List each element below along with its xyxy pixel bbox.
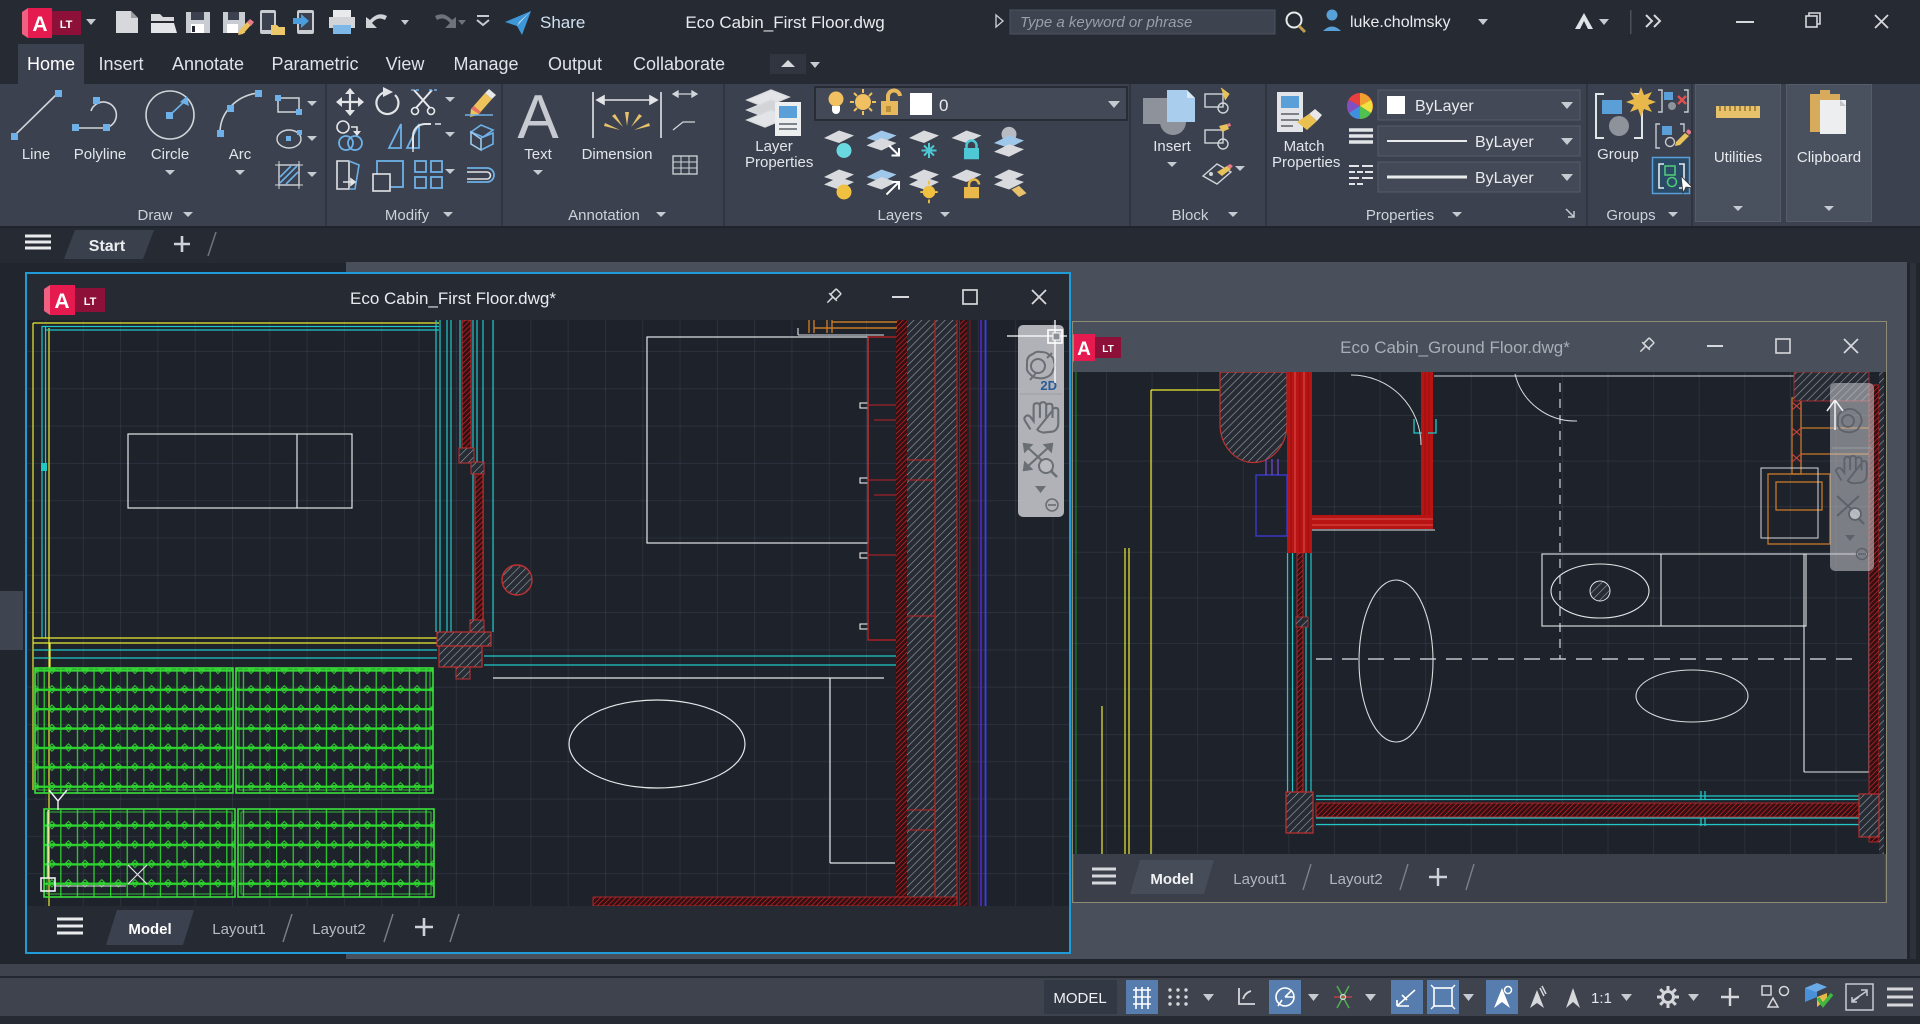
svg-text:luke.cholmsky: luke.cholmsky: [1350, 14, 1450, 31]
svg-text:Share: Share: [540, 13, 585, 32]
svg-text:MODEL: MODEL: [1053, 990, 1106, 1007]
svg-text:Eco Cabin_First Floor.dwg: Eco Cabin_First Floor.dwg: [685, 13, 884, 32]
svg-text:Model: Model: [128, 921, 171, 938]
svg-text:Layout1: Layout1: [1233, 871, 1286, 888]
svg-text:1:1: 1:1: [1591, 990, 1612, 1007]
svg-text:LT: LT: [60, 19, 73, 31]
svg-text:ByLayer: ByLayer: [1475, 170, 1534, 187]
svg-text:A: A: [1077, 339, 1091, 360]
svg-text:LT: LT: [1102, 344, 1113, 355]
svg-text:Model: Model: [1150, 871, 1193, 888]
svg-text:Type a keyword or phrase: Type a keyword or phrase: [1020, 14, 1192, 31]
svg-text:Eco Cabin_First Floor.dwg*: Eco Cabin_First Floor.dwg*: [350, 289, 556, 308]
svg-text:A: A: [54, 290, 69, 313]
svg-text:Layout1: Layout1: [212, 921, 265, 938]
svg-text:ByLayer: ByLayer: [1415, 98, 1474, 115]
svg-text:LT: LT: [84, 296, 97, 308]
svg-text:A: A: [32, 13, 47, 36]
svg-text:0: 0: [939, 96, 948, 115]
svg-text:Eco Cabin_Ground Floor.dwg*: Eco Cabin_Ground Floor.dwg*: [1340, 338, 1570, 357]
svg-text:Layout2: Layout2: [312, 921, 365, 938]
svg-text:Layout2: Layout2: [1329, 871, 1382, 888]
svg-text:ByLayer: ByLayer: [1475, 134, 1534, 151]
svg-text:Start: Start: [89, 238, 126, 255]
svg-text:A: A: [517, 84, 559, 152]
